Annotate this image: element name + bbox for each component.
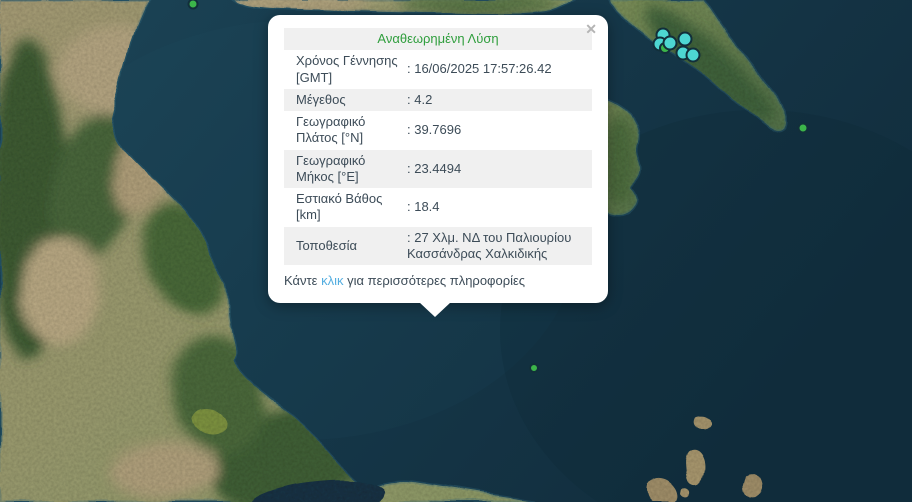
earthquake-info-popup: ✕ Αναθεωρημένη Λύση Χρόνος Γέννησης [GMT… [268, 15, 608, 303]
row-value: : 23.4494 [407, 160, 592, 178]
earthquake-marker[interactable] [798, 123, 809, 134]
row-value: : 4.2 [407, 91, 592, 109]
earthquake-marker[interactable] [686, 48, 701, 63]
table-row: Γεωγραφικό Πλάτος [°N] : 39.7696 [284, 111, 592, 150]
row-label: Εστιακό Βάθος [km] [284, 190, 407, 225]
table-row: Εστιακό Βάθος [km] : 18.4 [284, 188, 592, 227]
popup-tail [419, 302, 451, 317]
row-label: Γεωγραφικό Πλάτος [°N] [284, 113, 407, 148]
row-value: : 16/06/2025 17:57:26.42 [407, 60, 592, 78]
row-label: Μέγεθος [284, 91, 407, 109]
row-label: Χρόνος Γέννησης [GMT] [284, 52, 407, 87]
close-icon[interactable]: ✕ [585, 22, 597, 36]
earthquake-marker[interactable] [529, 363, 539, 373]
table-row: Χρόνος Γέννησης [GMT] : 16/06/2025 17:57… [284, 50, 592, 89]
table-row: Μέγεθος : 4.2 [284, 89, 592, 111]
earthquake-marker[interactable] [188, 0, 199, 10]
row-label: Τοποθεσία [284, 237, 407, 255]
popup-title: Αναθεωρημένη Λύση [284, 28, 592, 50]
earthquake-marker[interactable] [663, 36, 678, 51]
row-label: Γεωγραφικό Μήκος [°E] [284, 152, 407, 187]
table-row: Τοποθεσία : 27 Χλμ. ΝΔ του Παλιουρίου Κα… [284, 227, 592, 266]
earthquake-detail-table: Αναθεωρημένη Λύση Χρόνος Γέννησης [GMT] … [284, 28, 592, 265]
more-info-text: Κάντε κλικ για περισσότερες πληροφορίες [284, 265, 592, 293]
more-info-link[interactable]: κλικ [321, 273, 343, 288]
row-value: : 18.4 [407, 198, 592, 216]
row-value: : 27 Χλμ. ΝΔ του Παλιουρίου Κασσάνδρας Χ… [407, 229, 592, 264]
map-viewport[interactable]: ✕ Αναθεωρημένη Λύση Χρόνος Γέννησης [GMT… [0, 0, 912, 502]
table-row: Γεωγραφικό Μήκος [°E] : 23.4494 [284, 150, 592, 189]
row-value: : 39.7696 [407, 121, 592, 139]
earthquake-marker[interactable] [678, 32, 693, 47]
